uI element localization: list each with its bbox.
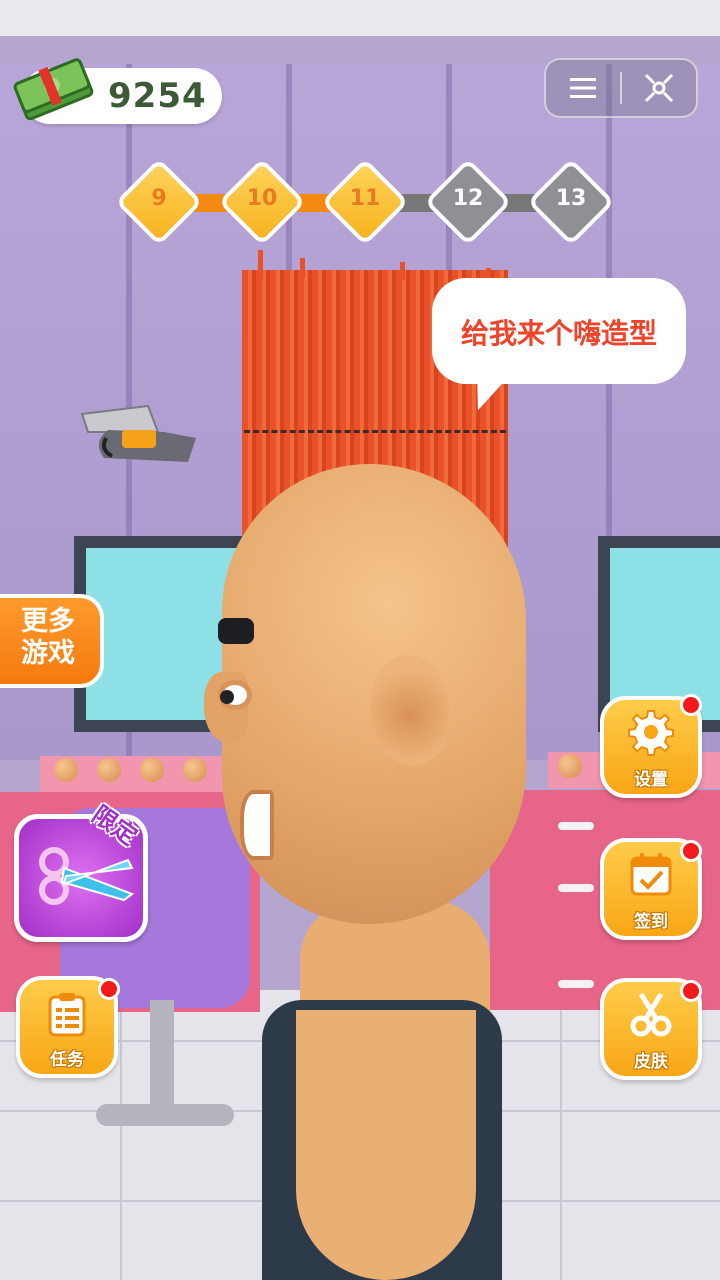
vanity-bulb: [54, 758, 78, 782]
level-label-2: 10: [246, 186, 278, 211]
customer-eyebrow: [218, 618, 254, 644]
vanity-bulb: [140, 758, 164, 782]
vanity-bulb: [97, 758, 121, 782]
settings-label: 设置: [634, 770, 668, 790]
drawer-handle: [558, 822, 594, 830]
customer-mouth: [240, 790, 274, 860]
checkin-label: 签到: [634, 912, 668, 932]
chair-base: [96, 1104, 234, 1126]
skins-notification-dot: [680, 980, 702, 1002]
status-bar: [0, 0, 720, 36]
level-label-3: 11: [349, 186, 381, 211]
gear-icon: [628, 710, 674, 756]
tasks-label: 任务: [50, 1050, 84, 1070]
customer-pupil: [220, 690, 234, 704]
calendar-check-icon: [630, 853, 672, 896]
close-button[interactable]: [624, 62, 694, 114]
drawer-handle: [558, 980, 594, 988]
vanity-bulb: [558, 754, 582, 778]
level-label-4: 12: [452, 186, 484, 211]
hair-strand: [300, 258, 305, 278]
chair-pole: [150, 1000, 174, 1120]
tasks-notification-dot: [98, 978, 120, 1000]
cut-guide-line: [244, 430, 506, 433]
customer-chest: [296, 1010, 476, 1280]
scissors-icon: [39, 847, 135, 905]
settings-notification-dot: [680, 694, 702, 716]
skins-label: 皮肤: [634, 1052, 668, 1072]
vanity-bulb: [183, 758, 207, 782]
cash-stack-icon: [13, 58, 94, 120]
hair-clipper-tool[interactable]: [78, 402, 198, 466]
target-close-icon: [644, 73, 674, 103]
checkin-notification-dot: [680, 840, 702, 862]
speech-text: 给我来个嗨造型: [460, 317, 657, 350]
hair-strand: [258, 250, 263, 280]
level-label-5: 13: [555, 186, 587, 211]
clipboard-icon: [48, 993, 86, 1037]
money-value: 9254: [108, 76, 207, 116]
floor-tile-line: [560, 990, 562, 1280]
menu-icon: [570, 78, 596, 98]
hair-strand: [400, 262, 405, 280]
floor-tile-line: [120, 990, 122, 1280]
more-games-label: 更多 游戏: [21, 606, 75, 669]
level-label-1: 9: [151, 186, 167, 211]
scissors-icon: [630, 992, 672, 1037]
game-stage[interactable]: 9254 9 10 11 12 13 给我来个嗨造型 更多 游戏 限定 任务 设…: [0, 0, 720, 1280]
menu-button[interactable]: [548, 62, 618, 114]
drawer-handle: [558, 884, 594, 892]
capsule-divider: [620, 72, 622, 104]
